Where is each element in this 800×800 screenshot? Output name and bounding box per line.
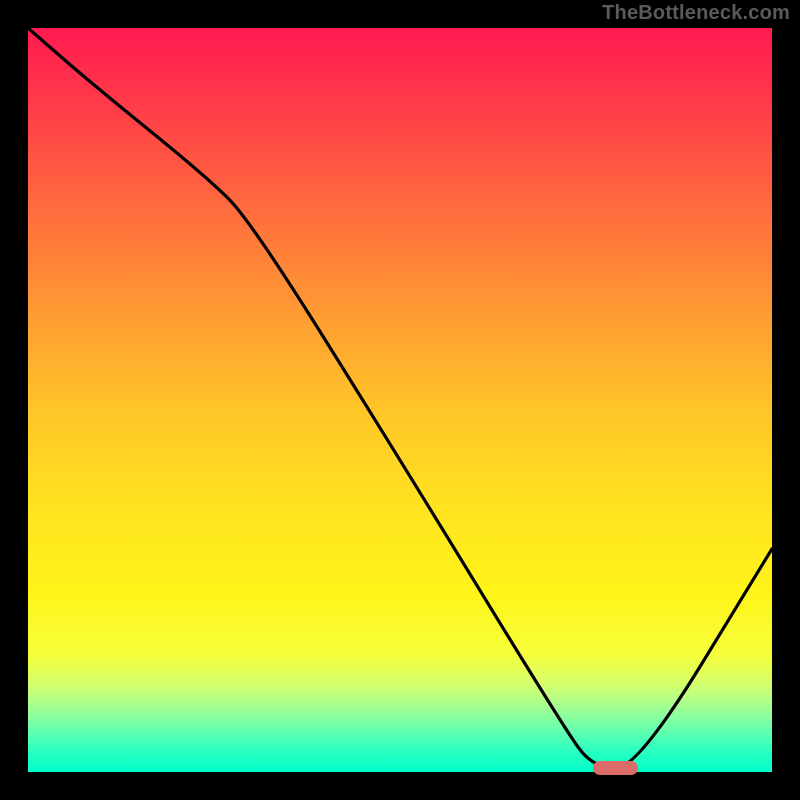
plot-area	[28, 28, 772, 772]
curve-path	[28, 28, 772, 768]
optimal-range-marker	[593, 761, 638, 775]
bottleneck-curve	[28, 28, 772, 772]
watermark-text: TheBottleneck.com	[602, 2, 790, 25]
chart-frame: TheBottleneck.com	[0, 0, 800, 800]
